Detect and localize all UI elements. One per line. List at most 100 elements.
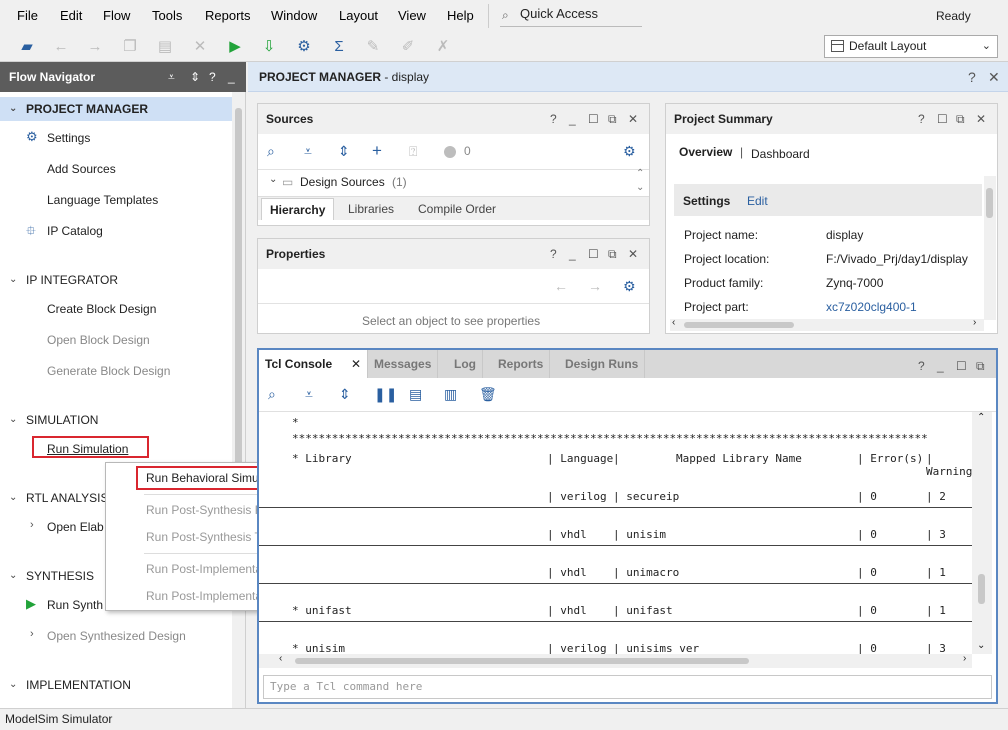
sigma-report-icon[interactable]: Σ (330, 38, 348, 56)
collapse-all-icon[interactable]: ⩡ (304, 143, 312, 160)
add-icon[interactable]: + (372, 141, 382, 161)
nav-section-simulation[interactable]: ⌄ SIMULATION (0, 408, 232, 432)
back-icon[interactable]: ← (554, 278, 568, 294)
trash-icon[interactable]: 🗑 (479, 386, 497, 403)
run-icon[interactable]: ▶ (226, 38, 244, 56)
help-icon[interactable]: ? (968, 62, 976, 92)
tab-overview[interactable]: Overview (679, 145, 732, 159)
menu-edit[interactable]: Edit (60, 8, 82, 23)
minimize-icon[interactable]: _ (228, 62, 235, 92)
paste-icon[interactable]: ▤ (156, 38, 174, 56)
nav-item-open-block-design[interactable]: Open Block Design (47, 333, 150, 347)
nav-section-ip-integrator[interactable]: ⌄ IP INTEGRATOR (0, 268, 232, 292)
help-icon[interactable]: ? (209, 62, 216, 92)
scroll-down-icon[interactable]: ⌄ (977, 640, 985, 651)
minimize-icon[interactable]: _ (569, 112, 576, 126)
quick-access-input[interactable]: ⌕ Quick Access (500, 5, 642, 27)
redo-icon[interactable]: → (86, 38, 104, 56)
tab-messages[interactable]: Messages (368, 350, 439, 378)
menu-help[interactable]: Help (447, 8, 474, 23)
maximize-icon[interactable]: ☐ (937, 112, 948, 126)
scroll-down-icon[interactable]: ⌄ (636, 182, 644, 193)
float-icon[interactable]: ⧉ (608, 247, 617, 262)
help-icon[interactable]: ? (918, 112, 925, 126)
minimize-icon[interactable]: _ (569, 247, 576, 261)
settings-gear-icon[interactable]: ⚙ (295, 38, 313, 56)
tool-disabled-3-icon[interactable]: ✗ (434, 38, 452, 56)
close-icon[interactable]: ✕ (351, 350, 361, 378)
copy-icon[interactable]: ▤ (409, 386, 422, 403)
maximize-icon[interactable]: ☐ (956, 359, 967, 373)
nav-item-open-elaborated-design[interactable]: Open Elab (47, 520, 104, 534)
menu-layout[interactable]: Layout (339, 8, 378, 23)
gear-icon[interactable]: ⚙ (623, 143, 636, 160)
nav-item-open-synthesized-design[interactable]: Open Synthesized Design (47, 629, 186, 643)
menu-flow[interactable]: Flow (103, 8, 130, 23)
edit-link[interactable]: Edit (747, 194, 768, 208)
collapse-all-icon[interactable]: ⩡ (168, 62, 175, 92)
tool-disabled-2-icon[interactable]: ✐ (399, 38, 417, 56)
float-icon[interactable]: ⧉ (608, 112, 617, 127)
close-icon[interactable]: ✕ (628, 112, 638, 126)
collapse-all-icon[interactable]: ⩡ (305, 386, 313, 403)
tab-hierarchy[interactable]: Hierarchy (261, 198, 335, 220)
nav-item-settings[interactable]: Settings (47, 131, 90, 145)
tcl-vscrollbar[interactable]: ⌃ ⌄ (972, 412, 992, 654)
undo-icon[interactable]: ← (52, 38, 70, 56)
help-icon[interactable]: ? (918, 359, 925, 373)
scrollbar-thumb[interactable] (978, 574, 985, 604)
scroll-left-icon[interactable]: ‹ (672, 317, 675, 328)
float-icon[interactable]: ⧉ (956, 112, 965, 127)
nav-section-project-manager[interactable]: ⌄ PROJECT MANAGER (0, 97, 232, 121)
expand-all-icon[interactable]: ⇕ (190, 62, 200, 92)
tree-design-sources[interactable]: Design Sources (300, 175, 385, 189)
summary-hscrollbar[interactable]: ‹ › (670, 317, 984, 331)
tab-tcl-console[interactable]: Tcl Console ✕ (259, 350, 368, 378)
search-icon[interactable]: ⌕ (267, 143, 275, 160)
nav-item-ip-catalog[interactable]: IP Catalog (47, 224, 103, 238)
help-icon[interactable]: ? (550, 247, 557, 261)
menu-reports[interactable]: Reports (205, 8, 251, 23)
tab-reports[interactable]: Reports (492, 350, 551, 378)
menu-file[interactable]: File (17, 8, 38, 23)
scroll-up-icon[interactable]: ⌃ (977, 412, 985, 423)
pause-icon[interactable]: ❚❚ (374, 386, 397, 403)
nav-item-language-templates[interactable]: Language Templates (47, 193, 158, 207)
gear-icon[interactable]: ⚙ (623, 278, 636, 295)
nav-item-generate-block-design[interactable]: Generate Block Design (47, 364, 170, 378)
expand-all-icon[interactable]: ⇕ (338, 143, 350, 160)
maximize-icon[interactable]: ☐ (588, 247, 599, 261)
help-icon[interactable]: ⍰ (409, 143, 417, 160)
tool-disabled-1-icon[interactable]: ✎ (364, 38, 382, 56)
scroll-left-icon[interactable]: ‹ (279, 653, 282, 664)
scroll-right-icon[interactable]: › (963, 653, 966, 664)
summary-vscrollbar[interactable] (984, 176, 996, 320)
menu-view[interactable]: View (398, 8, 426, 23)
nav-item-run-synthesis[interactable]: Run Synth (47, 598, 103, 612)
program-device-icon[interactable]: ⇩ (260, 38, 278, 56)
open-project-icon[interactable]: ▰ (18, 38, 36, 56)
tcl-command-input[interactable]: Type a Tcl command here (263, 675, 992, 699)
scrollbar-thumb[interactable] (684, 322, 794, 328)
chevron-down-icon[interactable]: ⌄ (269, 174, 277, 185)
tab-design-runs[interactable]: Design Runs (559, 350, 646, 378)
tab-compile-order[interactable]: Compile Order (410, 198, 504, 220)
layout-select[interactable]: Default Layout ⌄ (824, 35, 998, 58)
tab-log[interactable]: Log (448, 350, 483, 378)
scroll-right-icon[interactable]: › (973, 317, 976, 328)
tab-libraries[interactable]: Libraries (340, 198, 402, 220)
help-icon[interactable]: ? (550, 112, 557, 126)
menu-tools[interactable]: Tools (152, 8, 182, 23)
menu-window[interactable]: Window (271, 8, 317, 23)
nav-section-implementation[interactable]: ⌄ IMPLEMENTATION (0, 673, 232, 697)
forward-icon[interactable]: → (588, 278, 602, 294)
minimize-icon[interactable]: _ (937, 359, 944, 373)
close-icon[interactable]: ✕ (628, 247, 638, 261)
expand-all-icon[interactable]: ⇕ (339, 386, 351, 403)
close-icon[interactable]: ✕ (988, 62, 1000, 92)
maximize-icon[interactable]: ☐ (588, 112, 599, 126)
float-icon[interactable]: ⧉ (976, 359, 985, 374)
columns-icon[interactable]: ▥ (444, 386, 457, 403)
delete-icon[interactable]: ✕ (191, 38, 209, 56)
project-part-link[interactable]: xc7z020clg400-1 (826, 300, 917, 314)
